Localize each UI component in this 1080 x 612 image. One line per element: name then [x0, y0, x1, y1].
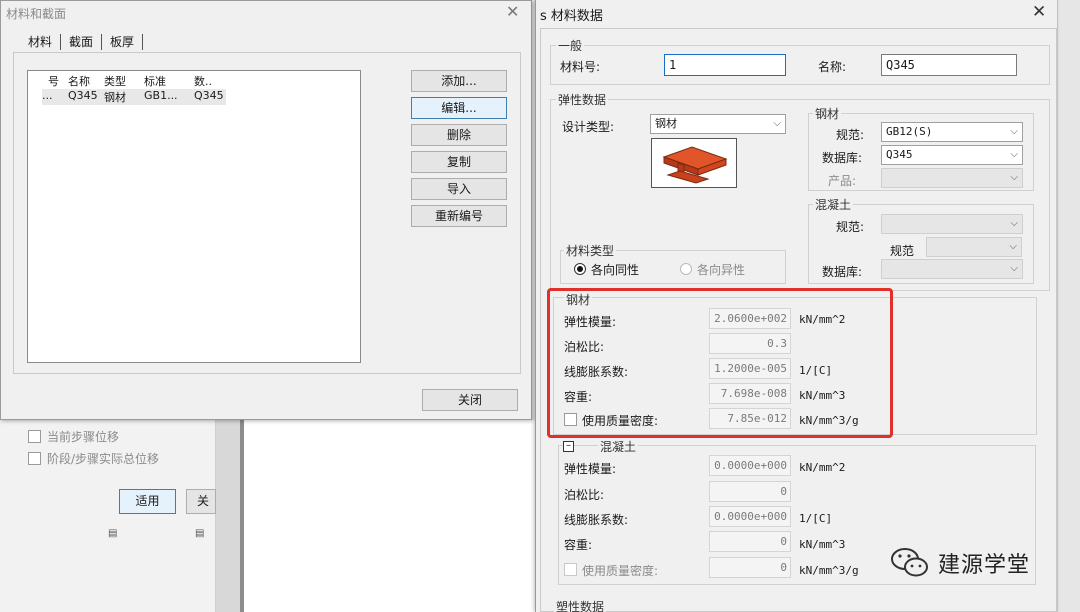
steel-beam-icon [651, 138, 737, 188]
unit-weight-label: 容重: [564, 538, 593, 552]
unit-label: kN/mm^3 [799, 538, 846, 551]
background-options-panel [0, 420, 216, 612]
save-icon[interactable]: ▤ [195, 528, 204, 539]
design-type-select[interactable]: 钢材 ⌵ [650, 114, 786, 134]
steel-database-select[interactable]: Q345 ⌵ [881, 145, 1023, 165]
list-header: 号 名称 类型 标准 数.. [48, 75, 212, 88]
design-type-label: 设计类型: [562, 120, 615, 134]
checkbox[interactable] [28, 430, 41, 443]
copy-button[interactable]: 复制 [411, 151, 507, 173]
current-step-displacement-option[interactable]: 当前步骤位移 [28, 428, 119, 445]
dialog-title: 材料和截面 [6, 7, 67, 21]
group-label: 钢材 [813, 105, 842, 122]
steel-code-label: 规范: [836, 128, 865, 142]
chevron-down-icon: ⌵ [1010, 172, 1018, 183]
folder-icon[interactable]: ▤ [108, 528, 117, 539]
import-button[interactable]: 导入 [411, 178, 507, 200]
watermark: 建源学堂 [890, 546, 1030, 580]
group-label: 一般 [556, 37, 585, 54]
poisson-ratio-label: 泊松比: [564, 488, 605, 502]
tab-materials[interactable]: 材料 [20, 34, 62, 50]
chevron-down-icon: ⌵ [1009, 241, 1017, 252]
delete-button[interactable]: 删除 [411, 124, 507, 146]
concrete-database-select[interactable]: ⌵ [881, 259, 1023, 279]
background-right-panel [1057, 0, 1080, 612]
tab-thickness[interactable]: 板厚 [102, 34, 144, 50]
add-button[interactable]: 添加... [411, 70, 507, 92]
steel-database-label: 数据库: [822, 151, 863, 165]
unit-label: kN/mm^2 [799, 461, 846, 474]
group-label: 混凝土 [598, 438, 639, 455]
background-splitter [216, 420, 240, 612]
checkbox[interactable] [28, 452, 41, 465]
unit-label: 1/[C] [799, 512, 833, 525]
renumber-button[interactable]: 重新编号 [411, 205, 507, 227]
chevron-down-icon: ⌵ [1010, 149, 1018, 160]
chevron-down-icon: ⌵ [773, 118, 781, 129]
stage-total-displacement-option[interactable]: 阶段/步骤实际总位移 [28, 450, 159, 467]
concrete-code2-select[interactable]: ⌵ [926, 237, 1022, 257]
name-label: 名称: [818, 60, 847, 74]
unit-label: kN/mm^3/g [799, 564, 859, 577]
background-close-button[interactable]: 关闭 [186, 489, 216, 514]
plastic-data-label: 塑性数据 [554, 598, 607, 612]
concrete-thermal-coefficient-field[interactable]: 0.0000e+000 [709, 506, 791, 527]
concrete-elastic-modulus-field[interactable]: 0.0000e+000 [709, 455, 791, 476]
product-select[interactable]: ⌵ [881, 168, 1023, 188]
group-label: 材料类型 [564, 242, 617, 259]
wechat-icon [891, 548, 928, 577]
chevron-down-icon: ⌵ [1010, 126, 1018, 137]
concrete-code2-label: 规范 [890, 244, 915, 258]
dialog-title: s 材料数据 [540, 9, 603, 24]
group-label: 弹性数据 [556, 91, 609, 108]
elastic-modulus-label: 弹性模量: [564, 462, 617, 476]
highlight-box [547, 288, 893, 438]
product-label: 产品: [828, 174, 857, 188]
material-number-label: 材料号: [560, 60, 601, 74]
background-canvas [240, 420, 535, 612]
close-icon[interactable]: ✕ [506, 2, 519, 21]
chevron-down-icon: ⌵ [1010, 218, 1018, 229]
concrete-mass-density-checkbox[interactable] [564, 563, 577, 576]
steel-code-select[interactable]: GB12(S) ⌵ [881, 122, 1023, 142]
tab-bar: 材料 截面 板厚 [20, 34, 144, 50]
name-input[interactable]: Q345 [881, 54, 1017, 76]
tab-sections[interactable]: 截面 [61, 34, 103, 50]
thermal-coefficient-label: 线膨胀系数: [564, 513, 629, 527]
chevron-down-icon: ⌵ [1010, 263, 1018, 274]
material-number-input[interactable]: 1 [664, 54, 786, 76]
table-row[interactable]: ... Q345 钢材 GB1... Q345 [42, 89, 226, 105]
isotropic-radio[interactable] [574, 263, 586, 275]
material-list[interactable]: 号 名称 类型 标准 数.. ... Q345 钢材 GB1... Q345 [27, 70, 361, 363]
concrete-code-select[interactable]: ⌵ [881, 214, 1023, 234]
anisotropic-label: 各向异性 [697, 263, 746, 277]
close-button[interactable]: 关闭 [422, 389, 518, 411]
anisotropic-radio[interactable] [680, 263, 692, 275]
mass-density-label: 使用质量密度: [582, 564, 659, 578]
concrete-database-label: 数据库: [822, 265, 863, 279]
group-label: 混凝土 [813, 196, 854, 213]
concrete-mass-density-field[interactable]: 0 [709, 557, 791, 578]
concrete-unit-weight-field[interactable]: 0 [709, 531, 791, 552]
collapse-icon[interactable]: – [563, 441, 574, 452]
close-icon[interactable]: ✕ [1032, 2, 1046, 22]
apply-button[interactable]: 适用 [119, 489, 176, 514]
edit-button[interactable]: 编辑... [411, 97, 507, 119]
concrete-poisson-ratio-field[interactable]: 0 [709, 481, 791, 502]
isotropic-label: 各向同性 [591, 263, 640, 277]
concrete-code-label: 规范: [836, 220, 865, 234]
